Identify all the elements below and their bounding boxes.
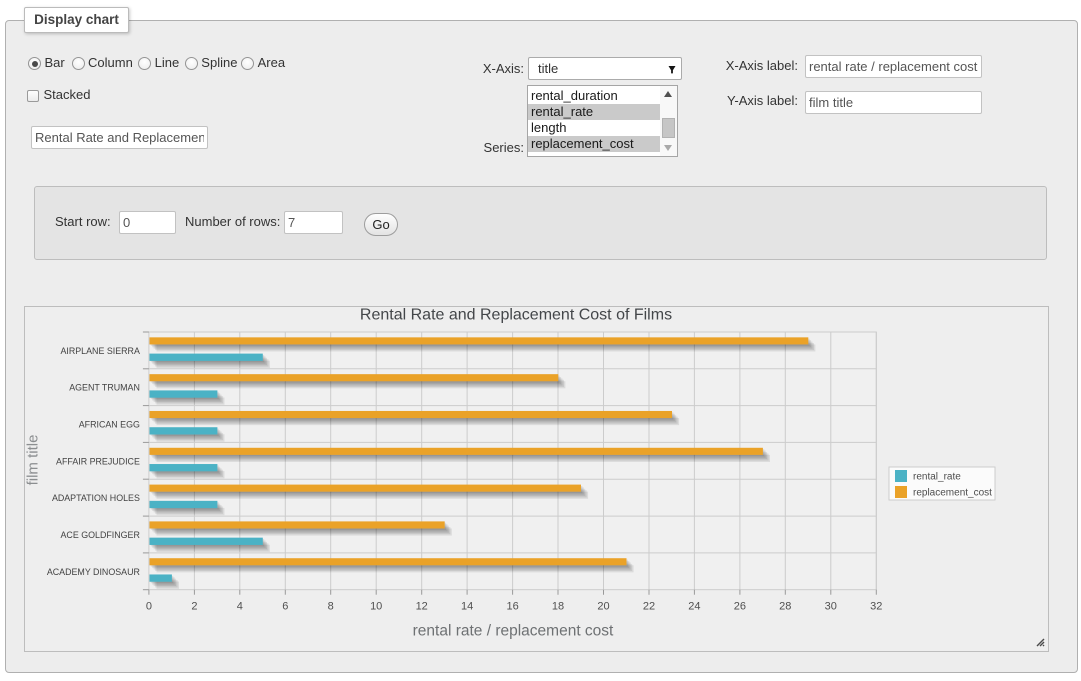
- svg-text:rental_rate: rental_rate: [913, 472, 961, 483]
- svg-text:32: 32: [870, 601, 882, 613]
- svg-text:AFRICAN EGG: AFRICAN EGG: [79, 420, 140, 430]
- svg-text:18: 18: [552, 601, 564, 613]
- svg-text:22: 22: [643, 601, 655, 613]
- svg-text:24: 24: [688, 601, 700, 613]
- svg-text:14: 14: [461, 601, 473, 613]
- svg-text:ADAPTATION HOLES: ADAPTATION HOLES: [52, 493, 140, 503]
- svg-text:20: 20: [597, 601, 609, 613]
- svg-text:10: 10: [370, 601, 382, 613]
- svg-text:rental rate / replacement cost: rental rate / replacement cost: [413, 623, 614, 640]
- svg-text:Rental Rate and Replacement Co: Rental Rate and Replacement Cost of Film…: [360, 307, 672, 323]
- svg-text:ACADEMY DINOSAUR: ACADEMY DINOSAUR: [47, 567, 140, 577]
- svg-text:6: 6: [282, 601, 288, 613]
- svg-text:ACE GOLDFINGER: ACE GOLDFINGER: [60, 530, 139, 540]
- svg-text:AGENT TRUMAN: AGENT TRUMAN: [69, 383, 140, 393]
- svg-text:film title: film title: [25, 435, 41, 486]
- svg-text:12: 12: [416, 601, 428, 613]
- svg-text:28: 28: [779, 601, 791, 613]
- svg-text:30: 30: [825, 601, 837, 613]
- svg-text:2: 2: [191, 601, 197, 613]
- svg-text:4: 4: [237, 601, 243, 613]
- svg-text:16: 16: [506, 601, 518, 613]
- svg-text:AFFAIR PREJUDICE: AFFAIR PREJUDICE: [56, 456, 140, 466]
- svg-text:AIRPLANE SIERRA: AIRPLANE SIERRA: [60, 346, 139, 356]
- svg-text:8: 8: [328, 601, 334, 613]
- svg-text:replacement_cost: replacement_cost: [913, 488, 992, 499]
- svg-text:0: 0: [146, 601, 152, 613]
- svg-text:26: 26: [734, 601, 746, 613]
